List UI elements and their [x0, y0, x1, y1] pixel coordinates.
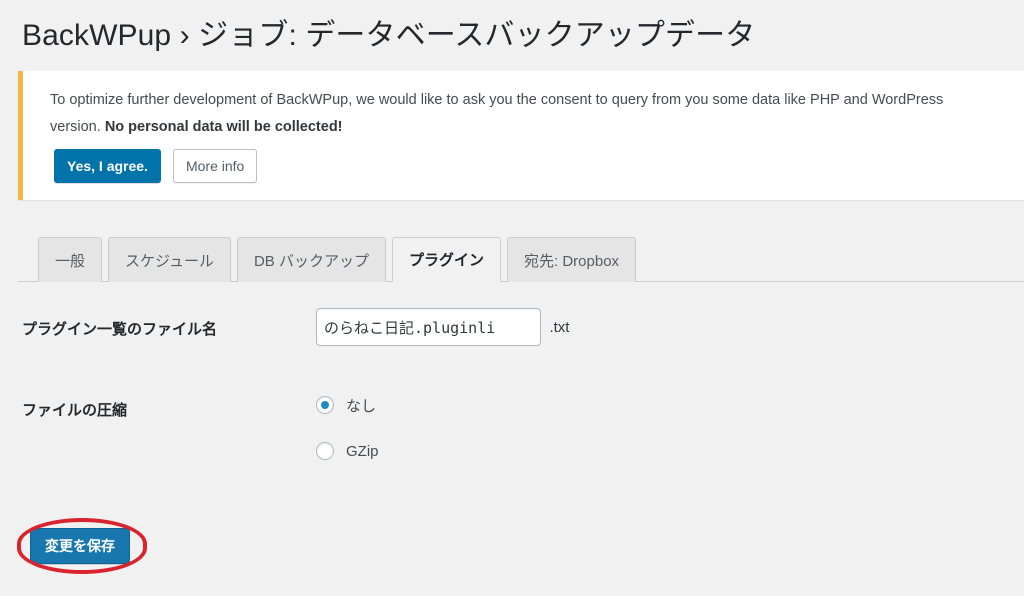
radio-gzip-icon[interactable] [316, 442, 334, 460]
page-title: BackWPup › ジョブ: データベースバックアップデータ [22, 19, 756, 52]
filename-field-area: .txt [316, 308, 569, 346]
radio-option-gzip[interactable]: GZip [316, 436, 379, 466]
radio-option-none[interactable]: なし [316, 390, 379, 420]
compression-options: なし GZip [316, 390, 379, 482]
tab-plugins[interactable]: プラグイン [391, 237, 501, 282]
notice-actions: Yes, I agree. More info [54, 149, 258, 183]
agree-button[interactable]: Yes, I agree. [54, 149, 161, 183]
notice-message: To optimize further development of BackW… [50, 87, 986, 141]
filename-label: プラグイン一覧のファイル名 [22, 321, 218, 338]
submit-area: 変更を保存 [30, 528, 130, 564]
save-changes-button[interactable]: 変更を保存 [30, 528, 130, 564]
tab-bar: 一般 スケジュール DB バックアップ プラグイン 宛先: Dropbox [18, 230, 1024, 282]
tab-general[interactable]: 一般 [38, 237, 103, 282]
tab-db-backup[interactable]: DB バックアップ [236, 237, 386, 282]
radio-gzip-label[interactable]: GZip [346, 443, 379, 460]
tab-schedule[interactable]: スケジュール [108, 237, 231, 282]
consent-notice: To optimize further development of BackW… [18, 71, 1024, 200]
tab-destination-dropbox[interactable]: 宛先: Dropbox [507, 237, 637, 282]
compression-label: ファイルの圧縮 [22, 402, 128, 419]
notice-message-emphasis: No personal data will be collected! [104, 119, 343, 135]
more-info-button[interactable]: More info [172, 149, 258, 183]
radio-none-label[interactable]: なし [346, 395, 376, 416]
filename-input[interactable] [316, 308, 541, 346]
filename-suffix: .txt [549, 318, 570, 336]
radio-none-icon[interactable] [316, 396, 334, 414]
